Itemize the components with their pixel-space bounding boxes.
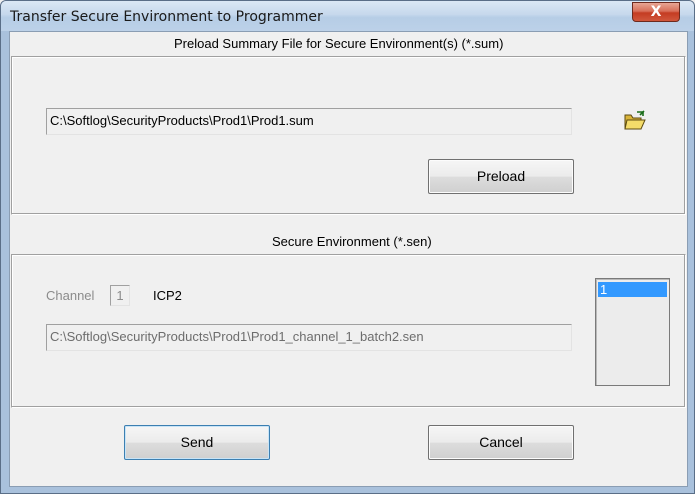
device-label: ICP2 bbox=[153, 288, 182, 303]
preload-button[interactable]: Preload bbox=[428, 159, 574, 194]
close-button[interactable]: X bbox=[632, 2, 680, 22]
environment-listbox[interactable]: 1 bbox=[595, 278, 670, 386]
open-folder-icon bbox=[624, 110, 646, 130]
title-bar[interactable]: Transfer Secure Environment to Programme… bbox=[1, 1, 694, 31]
dialog-window: Transfer Secure Environment to Programme… bbox=[0, 0, 695, 494]
channel-number-field[interactable]: 1 bbox=[110, 285, 130, 306]
cancel-button[interactable]: Cancel bbox=[428, 425, 574, 460]
sen-path-field[interactable]: C:\Softlog\SecurityProducts\Prod1\Prod1_… bbox=[46, 324, 572, 351]
channel-label: Channel bbox=[46, 288, 95, 303]
summary-path-field[interactable]: C:\Softlog\SecurityProducts\Prod1\Prod1.… bbox=[46, 108, 572, 135]
preload-heading: Preload Summary File for Secure Environm… bbox=[174, 36, 504, 51]
send-button[interactable]: Send bbox=[124, 425, 270, 460]
preload-group bbox=[11, 56, 686, 215]
window-title: Transfer Secure Environment to Programme… bbox=[10, 9, 323, 25]
secure-env-heading: Secure Environment (*.sen) bbox=[272, 234, 432, 249]
dialog-client-area: Preload Summary File for Secure Environm… bbox=[9, 31, 688, 487]
list-item[interactable]: 1 bbox=[598, 282, 667, 297]
browse-summary-button[interactable] bbox=[623, 110, 647, 132]
close-icon: X bbox=[650, 4, 662, 20]
